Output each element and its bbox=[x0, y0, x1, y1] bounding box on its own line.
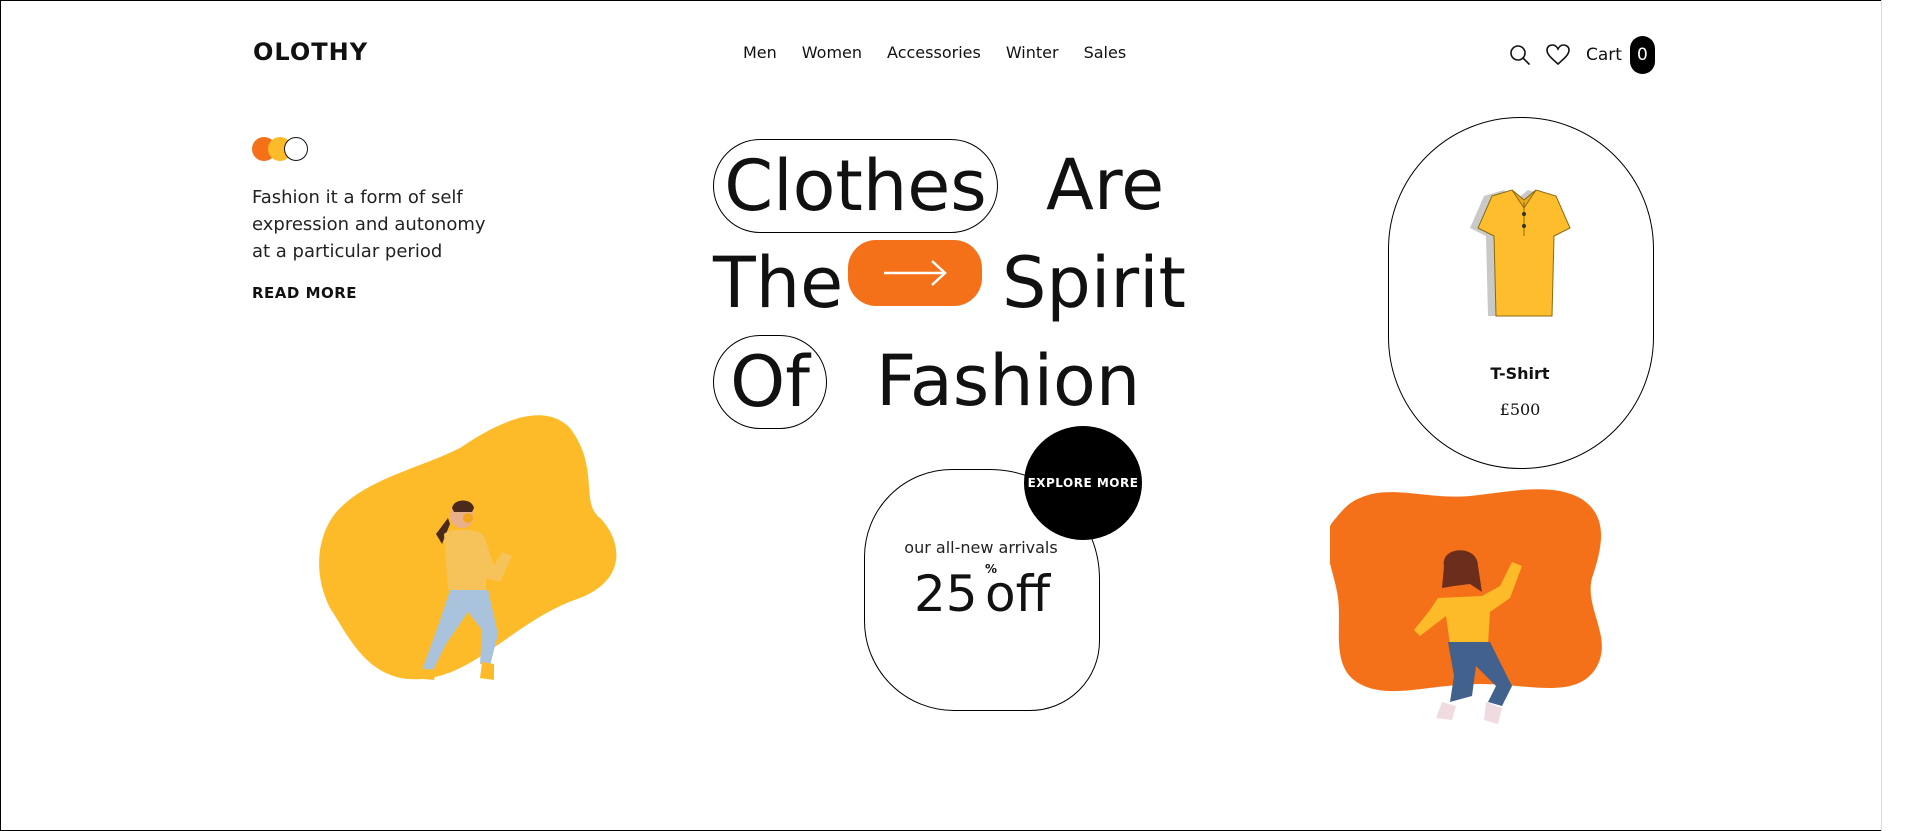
main-nav: Men Women Accessories Winter Sales bbox=[743, 43, 1126, 62]
cart-count-badge[interactable]: 0 bbox=[1629, 36, 1655, 74]
arrow-right-icon bbox=[884, 260, 947, 286]
headline-word-of: Of bbox=[713, 335, 827, 429]
product-price: £500 bbox=[1499, 400, 1541, 419]
search-icon[interactable] bbox=[1508, 43, 1532, 67]
explore-more-button[interactable]: EXPLORE MORE bbox=[1024, 426, 1142, 540]
color-dots bbox=[252, 137, 316, 163]
product-image[interactable] bbox=[1464, 188, 1576, 328]
promo-subtitle: our all-new arrivals bbox=[904, 538, 1058, 557]
header-actions: Cart 0 bbox=[1508, 36, 1655, 74]
product-name[interactable]: T-Shirt bbox=[1388, 364, 1652, 383]
nav-item-women[interactable]: Women bbox=[802, 43, 862, 62]
arrow-button[interactable] bbox=[848, 240, 982, 306]
brand-logo[interactable]: OLOTHY bbox=[253, 38, 368, 66]
nav-item-men[interactable]: Men bbox=[743, 43, 777, 62]
woman-sitting-image bbox=[412, 500, 512, 680]
heart-icon[interactable] bbox=[1546, 43, 1570, 67]
scrollbar[interactable] bbox=[1882, 0, 1906, 831]
headline-word-clothes: Clothes bbox=[713, 139, 998, 233]
promo-value: 25 bbox=[914, 565, 978, 623]
headline-word-fashion: Fashion bbox=[876, 340, 1141, 422]
headline-word-spirit: Spirit bbox=[1002, 242, 1186, 324]
outline-dot bbox=[284, 137, 308, 161]
nav-item-accessories[interactable]: Accessories bbox=[887, 43, 981, 62]
headline-word-are: Are bbox=[1046, 144, 1165, 226]
intro-text: Fashion it a form of self expression and… bbox=[252, 187, 486, 262]
headline-word-the: The bbox=[713, 242, 844, 324]
nav-item-winter[interactable]: Winter bbox=[1006, 43, 1059, 62]
woman-jumping-image bbox=[1414, 550, 1522, 724]
promo-suffix: off bbox=[985, 565, 1051, 623]
nav-item-sales[interactable]: Sales bbox=[1084, 43, 1127, 62]
read-more-link[interactable]: READ MORE bbox=[252, 284, 357, 302]
cart-link[interactable]: Cart bbox=[1586, 45, 1622, 65]
